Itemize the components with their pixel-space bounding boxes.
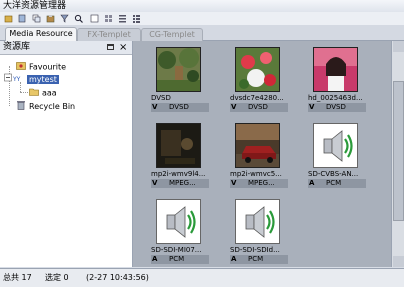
title-bar: 大洋资源管理器 — [0, 0, 404, 12]
item-type-row: V MPEG... — [230, 179, 288, 188]
audio-speaker-icon — [313, 123, 358, 168]
item-name: mp2i-wmvc5... — [230, 170, 282, 178]
scroll-down-arrow-icon[interactable] — [393, 256, 404, 267]
folder-icon — [29, 87, 39, 99]
tab-media-resource[interactable]: Media Resource — [5, 27, 77, 41]
item-name: dvsdc7e4280... — [230, 94, 284, 102]
library-sidebar: 资源库 × Favourite YY mytest aaa Recycle Bin — [0, 41, 133, 267]
item-type-row: V MPEG... — [151, 179, 209, 188]
item-name: SD-SDI-SDId... — [230, 246, 280, 254]
toolbar — [0, 12, 404, 25]
view-large-icon[interactable] — [90, 14, 99, 23]
paste-icon[interactable] — [46, 14, 55, 23]
favourite-folder-icon — [16, 61, 26, 73]
item-name: SD-CVBS-AN... — [308, 170, 359, 178]
svg-text:YY: YY — [12, 76, 21, 83]
view-small-icon[interactable] — [104, 14, 113, 23]
filter-icon[interactable] — [60, 14, 69, 23]
window-title: 大洋资源管理器 — [3, 1, 67, 11]
tree-item-mytest[interactable]: YY mytest — [4, 73, 59, 84]
open-icon[interactable] — [18, 14, 27, 23]
item-type-row: V DVSD — [230, 103, 288, 112]
media-grid: DVSD V DVSD dvsdc7e4280... V DVSD hd_00254… — [133, 41, 391, 267]
status-time: (2-27 10:43:56) — [86, 273, 149, 282]
tree-item-favourite[interactable]: Favourite — [16, 61, 66, 72]
video-thumbnail — [235, 47, 280, 92]
recycle-bin-icon — [16, 100, 26, 113]
video-thumbnail — [235, 123, 280, 168]
search-icon[interactable] — [74, 14, 83, 23]
sidebar-header: 资源库 × — [0, 41, 132, 55]
tab-cg-templet[interactable]: CG-Templet — [141, 28, 203, 41]
close-icon[interactable]: × — [119, 41, 127, 54]
item-name: SD-SDI-MI07... — [151, 246, 202, 254]
view-detail-icon[interactable] — [132, 14, 141, 23]
item-type-row: V DVSD — [151, 103, 209, 112]
view-list-icon[interactable] — [118, 14, 127, 23]
scroll-thumb[interactable] — [393, 81, 404, 221]
user-library-icon: YY — [4, 73, 24, 86]
vertical-scrollbar[interactable] — [391, 41, 404, 267]
tree-connector — [9, 66, 10, 106]
item-type-row: A PCM — [308, 179, 366, 188]
copy-icon[interactable] — [32, 14, 41, 23]
new-folder-icon[interactable] — [4, 14, 13, 23]
item-type-row: A PCM — [230, 255, 288, 264]
status-bar: 总共 17 选定 0 (2-27 10:43:56) — [0, 268, 404, 287]
video-thumbnail — [313, 47, 358, 92]
item-type-row: V DVSD — [308, 103, 366, 112]
audio-speaker-icon — [156, 199, 201, 244]
status-selected: 选定 0 — [45, 273, 69, 282]
scroll-up-arrow-icon[interactable] — [393, 41, 404, 52]
item-type-row: A PCM — [151, 255, 209, 264]
video-thumbnail — [156, 47, 201, 92]
item-name: mp2i-wmv9l4... — [151, 170, 206, 178]
tree-item-aaa[interactable]: aaa — [29, 87, 57, 98]
item-name: hd_0025463d... — [308, 94, 363, 102]
tree-item-recycle-bin[interactable]: Recycle Bin — [16, 100, 75, 111]
sidebar-title: 资源库 — [3, 42, 31, 52]
status-total: 总共 17 — [3, 273, 32, 282]
tree-connector — [20, 92, 28, 93]
audio-speaker-icon — [235, 199, 280, 244]
video-thumbnail — [156, 123, 201, 168]
tab-fx-templet[interactable]: FX-Templet — [77, 28, 141, 41]
maximize-icon[interactable] — [107, 44, 114, 50]
tab-bar: Media Resource FX-Templet CG-Templet — [0, 25, 404, 41]
item-name: DVSD — [151, 94, 171, 102]
